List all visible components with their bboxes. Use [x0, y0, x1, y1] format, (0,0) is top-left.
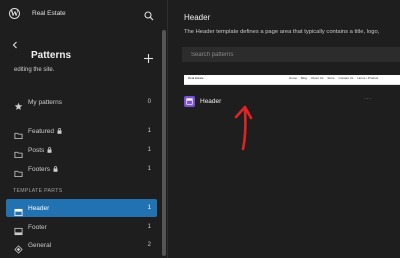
sidebar-item-posts[interactable]: Posts 1 — [6, 141, 157, 159]
item-count: 2 — [147, 242, 151, 248]
item-count: 1 — [147, 147, 151, 153]
template-parts-heading: TEMPLATE PARTS — [13, 188, 63, 194]
top-bar: W Real Estate — [0, 0, 167, 26]
page-title: Patterns — [31, 50, 72, 61]
sidebar-item-footers[interactable]: Footers 1 — [6, 160, 157, 178]
preview-nav: Home Blog About Us Store Contact Us Home… — [289, 76, 378, 80]
footer-icon — [14, 223, 23, 235]
preview-nav-item: Contact Us — [338, 76, 354, 80]
preview-nav-item: Blog — [301, 76, 308, 80]
preview-nav-item: Home / Product — [357, 76, 379, 80]
item-count: 1 — [147, 128, 151, 134]
diamond-icon — [14, 241, 23, 254]
header-icon — [14, 204, 23, 216]
header-icon — [184, 95, 195, 107]
add-pattern-plus-icon[interactable] — [143, 51, 154, 63]
more-options-icon[interactable]: ··· — [364, 96, 372, 102]
item-count: 1 — [147, 166, 151, 172]
sidebar-scrollbar[interactable] — [162, 30, 166, 256]
pattern-name: Header — [200, 97, 222, 105]
search-patterns-input[interactable] — [182, 47, 400, 62]
sidebar-item-label: My patterns — [28, 98, 62, 106]
back-chevron-icon[interactable] — [11, 36, 19, 49]
preview-site-title: Real Estate — [188, 76, 204, 80]
main-title: Header — [184, 13, 211, 22]
lock-icon — [47, 147, 52, 153]
item-count: 1 — [147, 224, 151, 230]
sidebar-item-header[interactable]: Header 1 — [6, 199, 157, 217]
star-icon — [14, 98, 23, 110]
sidebar-description: editing the site. — [14, 67, 55, 73]
sidebar-item-label: Posts — [28, 146, 45, 154]
sidebar-item-footer[interactable]: Footer 1 — [6, 218, 157, 236]
main-description: The Header template defines a page area … — [184, 29, 380, 35]
header-pattern-preview[interactable]: Real Estate Home Blog About Us Store Con… — [184, 75, 400, 85]
lock-icon — [53, 166, 58, 172]
preview-nav-item: About Us — [311, 76, 324, 80]
pattern-item[interactable]: Header — [184, 95, 384, 107]
sidebar-item-featured[interactable]: Featured 1 — [6, 122, 157, 140]
wordpress-logo-icon[interactable]: W — [9, 7, 20, 19]
sidebar-item-label: Footer — [28, 223, 47, 231]
item-count: 0 — [147, 99, 151, 105]
preview-nav-item: Store — [327, 76, 335, 80]
lock-icon — [57, 128, 62, 134]
folder-icon — [14, 146, 23, 158]
item-count: 1 — [147, 205, 151, 211]
sidebar: W Real Estate Patterns editing the site.… — [0, 0, 168, 258]
folder-icon — [14, 127, 23, 139]
red-arrow-annotation — [234, 105, 253, 151]
sidebar-item-label: General — [28, 241, 52, 249]
sidebar-item-label: Featured — [28, 127, 55, 135]
folder-icon — [14, 165, 23, 177]
main-content: Header The Header template defines a pag… — [172, 0, 400, 258]
preview-nav-item: Home — [289, 76, 298, 80]
search-icon[interactable] — [144, 8, 154, 21]
site-title[interactable]: Real Estate — [32, 10, 66, 17]
sidebar-item-general[interactable]: General 2 — [6, 236, 157, 254]
sidebar-item-my-patterns[interactable]: My patterns 0 — [6, 93, 157, 111]
sidebar-item-label: Header — [28, 204, 50, 212]
sidebar-item-label: Footers — [28, 165, 51, 173]
